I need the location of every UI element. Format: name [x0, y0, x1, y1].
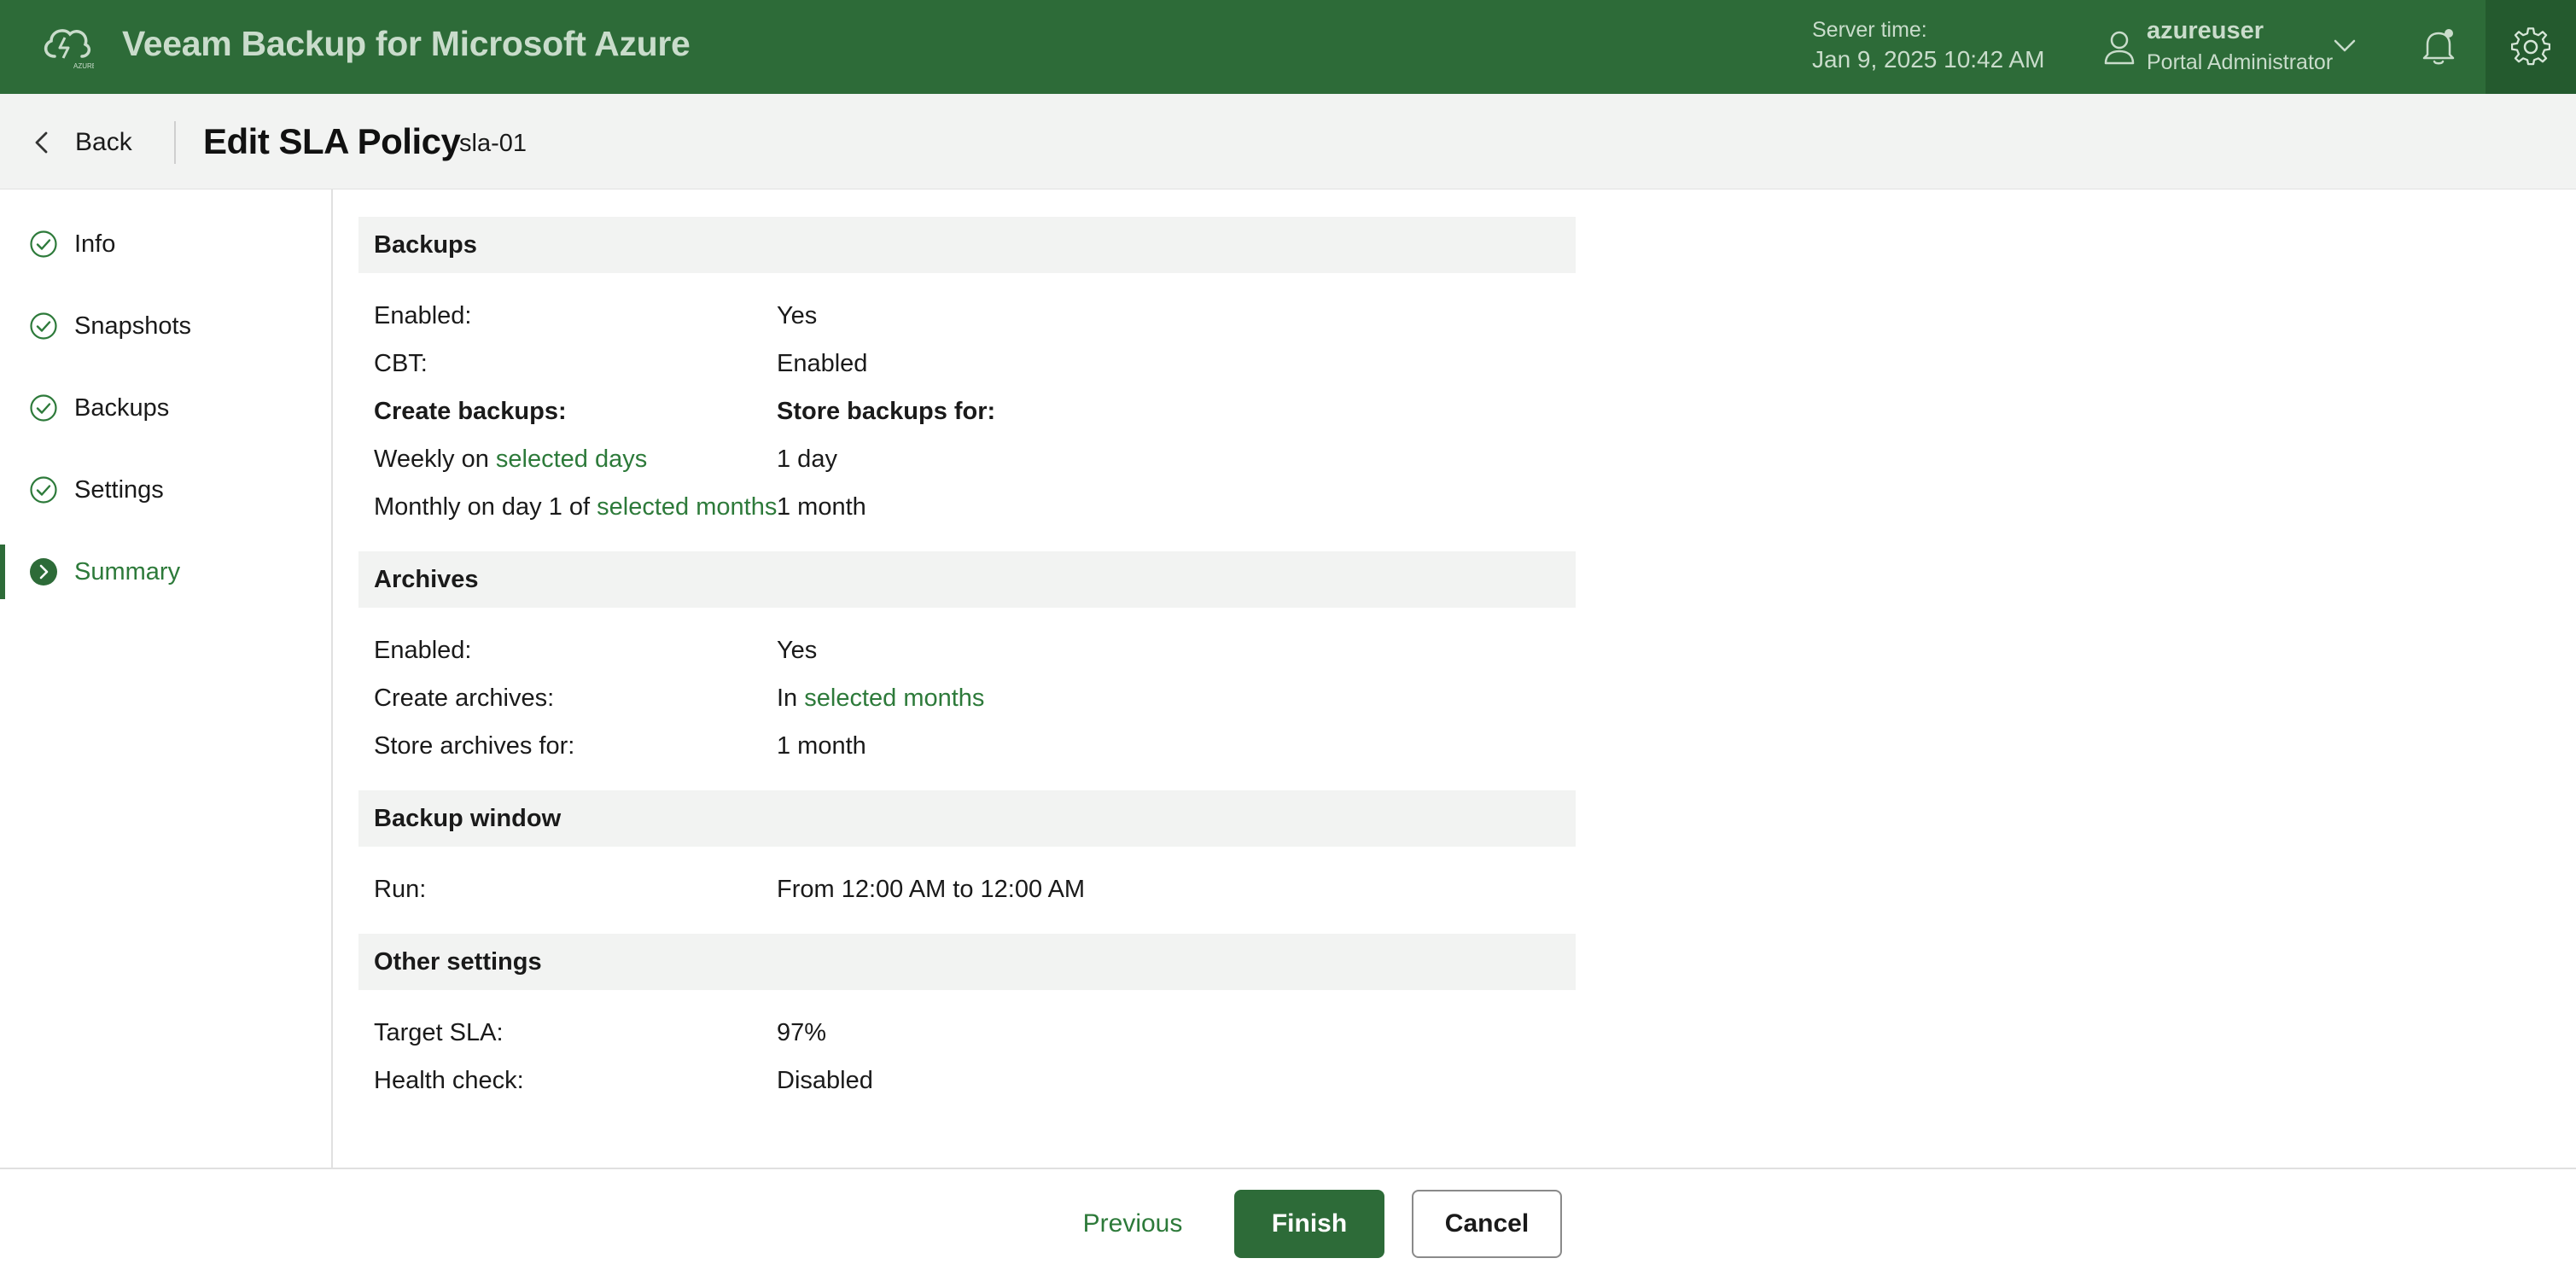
previous-button[interactable]: Previous [1069, 1190, 1197, 1258]
finish-button[interactable]: Finish [1234, 1190, 1384, 1258]
weekly-prefix: Weekly on [374, 446, 496, 473]
check-circle-icon [30, 230, 57, 258]
run-value: From 12:00 AM to 12:00 AM [777, 876, 1086, 903]
create-archives-prefix: In [777, 685, 805, 712]
target-sla-value: 97% [777, 1019, 827, 1046]
check-circle-icon [30, 394, 57, 422]
section-other-settings-header: Other settings [358, 934, 1576, 990]
cbt-label: CBT: [374, 350, 428, 377]
step-label: Snapshots [74, 312, 192, 340]
selected-days-link[interactable]: selected days [496, 446, 647, 473]
user-icon [2104, 31, 2135, 65]
back-button[interactable]: Back [32, 125, 132, 160]
server-time-label: Server time: [1812, 18, 1927, 42]
run-label: Run: [374, 876, 427, 903]
section-archives-header: Archives [358, 551, 1576, 608]
app-title: Veeam Backup for Microsoft Azure [122, 24, 691, 63]
create-archives-value: In selected months [777, 685, 984, 713]
step-label: Backups [74, 393, 170, 422]
top-bar: AZURE Veeam Backup for Microsoft Azure S… [0, 0, 2576, 94]
step-label: Info [74, 230, 116, 258]
back-label: Back [75, 128, 132, 156]
policy-name: sla-01 [459, 130, 527, 157]
cancel-button[interactable]: Cancel [1412, 1190, 1562, 1258]
backups-enabled-label: Enabled: [374, 302, 472, 329]
backups-enabled-value: Yes [777, 302, 818, 329]
section-backups-header: Backups [358, 217, 1576, 273]
archives-enabled-label: Enabled: [374, 637, 472, 664]
step-summary[interactable]: Summary [0, 541, 331, 603]
divider [174, 121, 176, 164]
step-snapshots[interactable]: Snapshots [0, 295, 331, 357]
settings-button[interactable] [2486, 0, 2576, 94]
step-info[interactable]: Info [0, 213, 331, 275]
store-backups-header: Store backups for: [777, 398, 996, 425]
server-time-value: Jan 9, 2025 10:42 AM [1812, 46, 2045, 73]
archives-selected-months-link[interactable]: selected months [804, 685, 984, 712]
cbt-value: Enabled [777, 350, 868, 377]
monthly-retention: 1 month [777, 493, 866, 521]
step-backups[interactable]: Backups [0, 377, 331, 439]
weekly-retention: 1 day [777, 446, 837, 473]
monthly-prefix: Monthly on day 1 of [374, 493, 597, 521]
user-menu[interactable]: azureuser Portal Administrator [2147, 17, 2333, 75]
step-settings[interactable]: Settings [0, 459, 331, 521]
store-archives-label: Store archives for: [374, 732, 575, 760]
check-circle-icon [30, 476, 57, 504]
target-sla-label: Target SLA: [374, 1019, 504, 1046]
monthly-schedule: Monthly on day 1 of selected months [374, 493, 777, 521]
page-title: Edit SLA Policy [203, 121, 461, 161]
gear-icon [2511, 27, 2550, 66]
health-check-label: Health check: [374, 1067, 524, 1094]
server-time: Server time: Jan 9, 2025 10:42 AM [1812, 18, 2044, 73]
archives-enabled-value: Yes [777, 637, 818, 664]
step-label: Summary [74, 557, 181, 585]
create-backups-header: Create backups: [374, 398, 567, 425]
chevron-down-icon[interactable] [2332, 34, 2357, 56]
chevron-left-icon [35, 131, 48, 154]
wizard-footer: Previous Finish Cancel [0, 1168, 2576, 1270]
veeam-cloud-logo-icon: AZURE [44, 29, 94, 70]
notification-bell-icon[interactable] [2421, 26, 2457, 67]
check-circle-icon [30, 312, 57, 340]
weekly-schedule: Weekly on selected days [374, 446, 647, 474]
wizard-steps: Info Snapshots Backups Settings Summary [0, 189, 333, 1168]
health-check-value: Disabled [777, 1067, 873, 1094]
section-backup-window-header: Backup window [358, 790, 1576, 847]
step-label: Settings [74, 475, 164, 504]
logo-caption: AZURE [73, 62, 94, 70]
selected-months-link[interactable]: selected months [597, 493, 777, 521]
create-archives-label: Create archives: [374, 685, 555, 712]
sub-header: Back Edit SLA Policy sla-01 [0, 94, 2576, 189]
chevron-right-circle-icon [30, 558, 57, 585]
store-archives-value: 1 month [777, 732, 866, 760]
user-role: Portal Administrator [2147, 50, 2334, 74]
user-name: azureuser [2147, 17, 2264, 44]
